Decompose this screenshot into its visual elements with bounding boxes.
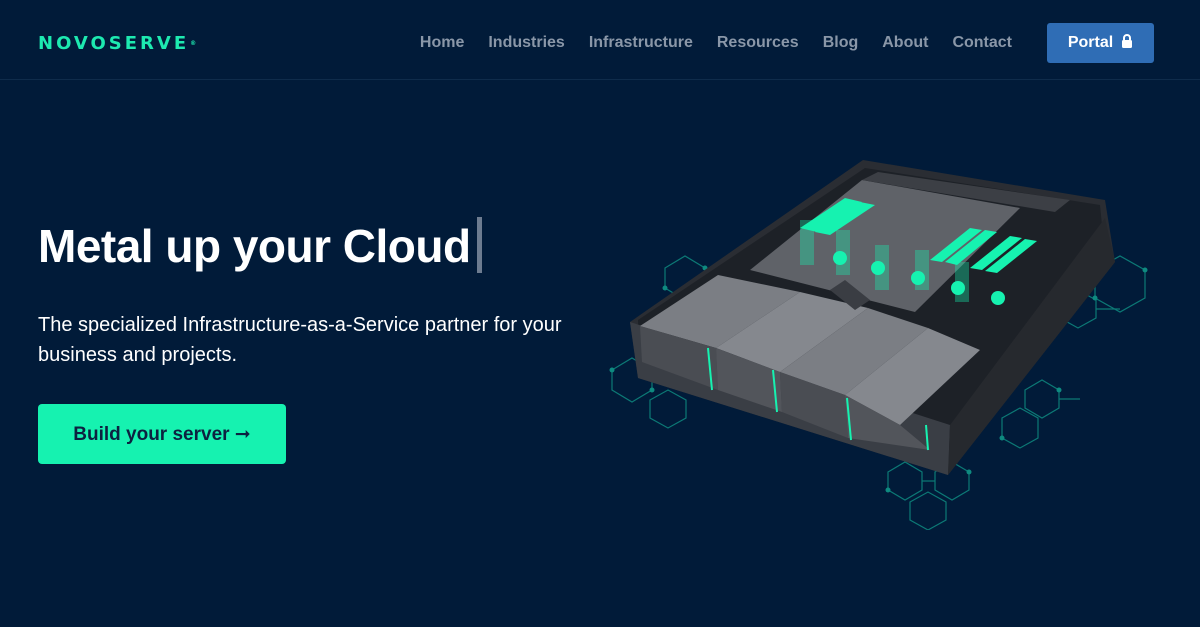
nav-about[interactable]: About: [882, 32, 928, 54]
build-server-button[interactable]: Build your server ➞: [38, 404, 286, 464]
hero-title-text: Metal up your Cloud: [38, 220, 471, 272]
nav-contact[interactable]: Contact: [952, 32, 1012, 54]
main-nav: Home Industries Infrastructure Resources…: [396, 32, 1012, 54]
nav-infrastructure[interactable]: Infrastructure: [589, 32, 693, 54]
nav-resources[interactable]: Resources: [717, 32, 799, 54]
nav-blog[interactable]: Blog: [823, 32, 859, 54]
server-illustration: [609, 160, 1148, 530]
hero-subtitle: The specialized Infrastructure-as-a-Serv…: [38, 314, 562, 366]
hero-title: Metal up your Cloud: [38, 217, 482, 274]
nav-home[interactable]: Home: [420, 32, 464, 54]
typing-cursor: [476, 217, 482, 273]
lock-icon: [1121, 33, 1133, 53]
portal-button[interactable]: Portal: [1047, 23, 1154, 63]
novoserve-logo[interactable]: NOVOSERVE®: [38, 33, 196, 55]
trademark-mark: ®: [190, 40, 197, 47]
portal-label: Portal: [1067, 34, 1114, 51]
site-header: NOVOSERVE® Home Industries Infrastructur…: [0, 0, 1200, 80]
nav-industries[interactable]: Industries: [488, 32, 564, 54]
logo-text: NOVOSERVE: [38, 33, 190, 54]
